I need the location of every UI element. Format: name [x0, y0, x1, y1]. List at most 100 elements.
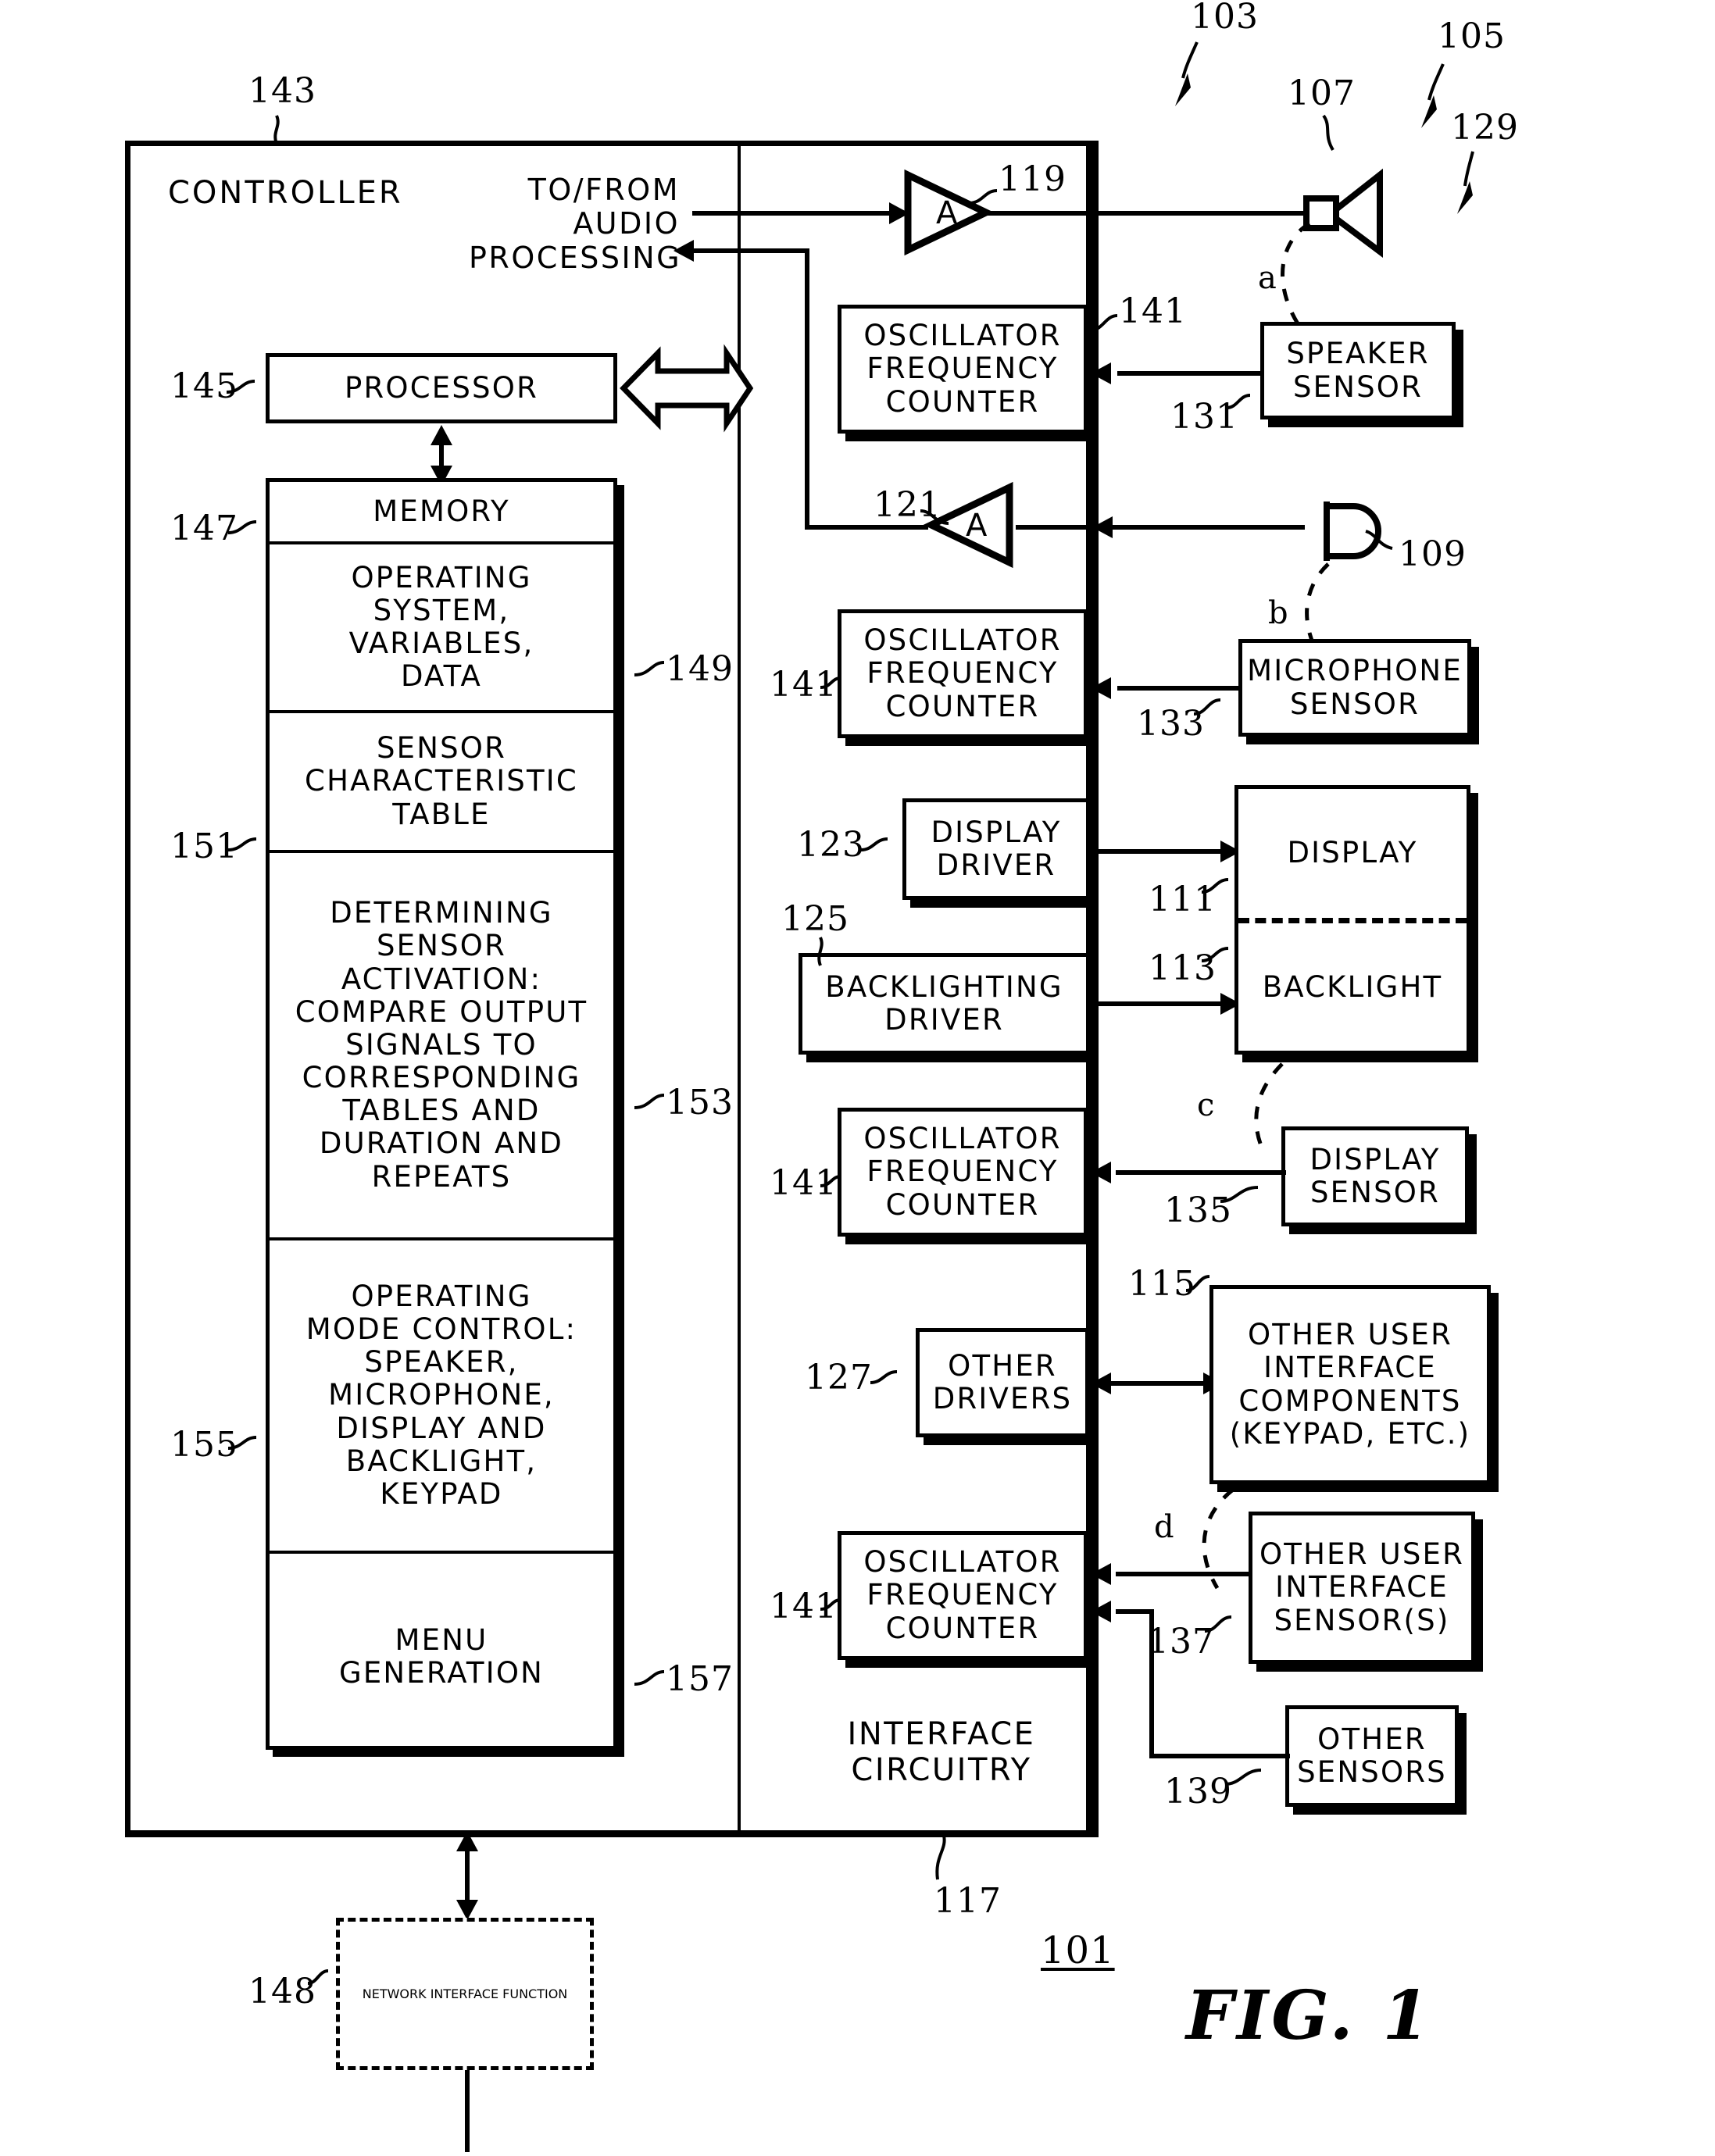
memory-section-sensor-table-label: SENSOR CHARACTERISTIC TABLE: [305, 731, 578, 831]
mic-to-amp-arrow: [1092, 516, 1113, 538]
other-sensors-arrow: [1091, 1601, 1111, 1622]
speaker-sensor-label: SPEAKER SENSOR: [1286, 337, 1430, 404]
osc-counter-4-label: OSCILLATOR FREQUENCY COUNTER: [863, 1545, 1062, 1645]
other-drivers-bidir-wire: [1109, 1381, 1211, 1386]
ref-157: 157: [666, 1659, 734, 1699]
osc-counter-1-label: OSCILLATOR FREQUENCY COUNTER: [863, 319, 1062, 419]
amp-119-input-wire: [692, 211, 903, 216]
display-sensor-block[interactable]: DISPLAY SENSOR: [1281, 1126, 1469, 1226]
amp-119-output-wire: [983, 211, 1311, 216]
ref-143: 143: [248, 71, 316, 111]
display-block[interactable]: DISPLAY: [1238, 789, 1467, 918]
ref-135-leader: [1220, 1186, 1259, 1203]
memory-section-os-variables-data[interactable]: OPERATING SYSTEM, VARIABLES, DATA: [270, 544, 613, 713]
ref-153: 153: [666, 1083, 734, 1123]
memory-header: MEMORY: [270, 482, 613, 544]
ref-139: 139: [1164, 1772, 1232, 1812]
ref-117: 117: [934, 1881, 1002, 1921]
ref-103: 103: [1191, 0, 1259, 37]
display-driver-label: DISPLAY DRIVER: [931, 815, 1062, 882]
ref-127-leader: [870, 1370, 898, 1384]
oscillator-frequency-counter-microphone[interactable]: OSCILLATOR FREQUENCY COUNTER: [838, 609, 1088, 738]
memory-block[interactable]: MEMORY OPERATING SYSTEM, VARIABLES, DATA…: [266, 478, 617, 1750]
ref-147-leader: [227, 520, 257, 534]
network-interface-function-block[interactable]: NETWORK INTERFACE FUNCTION: [336, 1918, 594, 2070]
display-sensor-label: DISPLAY SENSOR: [1309, 1142, 1441, 1209]
ref-109: 109: [1399, 534, 1467, 574]
ref-113-leader: [1201, 947, 1229, 962]
memory-section-os-label: OPERATING SYSTEM, VARIABLES, DATA: [348, 560, 534, 694]
ref-149-leader: [634, 661, 665, 676]
network-interface-label: NETWORK INTERFACE FUNCTION: [362, 1986, 568, 2001]
coupling-a-label: a: [1258, 260, 1277, 296]
ref-141-a-leader: [1087, 314, 1118, 333]
ref-141-b-leader: [820, 676, 841, 689]
oscillator-frequency-counter-display[interactable]: OSCILLATOR FREQUENCY COUNTER: [838, 1108, 1088, 1237]
coupling-c-label: c: [1197, 1087, 1216, 1123]
ref-145-leader: [226, 380, 255, 394]
microphone-sensor-block[interactable]: MICROPHONE SENSOR: [1238, 639, 1471, 737]
memory-section-operating-mode-control[interactable]: OPERATING MODE CONTROL: SPEAKER, MICROPH…: [270, 1240, 613, 1554]
memory-section-menu-generation[interactable]: MENU GENERATION: [270, 1554, 613, 1760]
backlight-block[interactable]: BACKLIGHT: [1238, 923, 1467, 1052]
other-ui-sensors-label: OTHER USER INTERFACE SENSOR(S): [1259, 1537, 1465, 1637]
ref-125-leader: [817, 937, 824, 966]
ref-141-c-leader: [820, 1175, 841, 1187]
other-drivers-label: OTHER DRIVERS: [932, 1348, 1073, 1415]
ref-137-leader: [1204, 1615, 1232, 1633]
coupling-d-label: d: [1154, 1509, 1175, 1545]
ref-107: 107: [1288, 73, 1356, 113]
oscillator-frequency-counter-other-ui[interactable]: OSCILLATOR FREQUENCY COUNTER: [838, 1531, 1088, 1660]
processor-label: PROCESSOR: [345, 370, 538, 405]
other-ui-sensor-arrow: [1091, 1563, 1111, 1585]
memory-section-activation-label: DETERMINING SENSOR ACTIVATION: COMPARE O…: [295, 896, 588, 1194]
ref-155-leader: [227, 1436, 257, 1450]
audio-return-wire-vertical: [805, 248, 809, 530]
ref-131-leader: [1226, 394, 1251, 409]
ref-119: 119: [999, 159, 1067, 199]
other-user-interface-sensors-block[interactable]: OTHER USER INTERFACE SENSOR(S): [1249, 1512, 1475, 1664]
speaker-sensor-arrow: [1091, 362, 1111, 384]
oscillator-frequency-counter-speaker[interactable]: OSCILLATOR FREQUENCY COUNTER: [838, 305, 1088, 434]
speaker-sensor-block[interactable]: SPEAKER SENSOR: [1260, 322, 1456, 419]
ref-103-arrow: [1175, 41, 1199, 106]
ref-105: 105: [1438, 16, 1506, 56]
other-drivers-block[interactable]: OTHER DRIVERS: [916, 1328, 1089, 1437]
mic-to-amp-wire: [1016, 525, 1305, 530]
ref-123-leader: [860, 837, 888, 851]
other-sensors-wire-vertical: [1149, 1609, 1154, 1758]
ref-123: 123: [797, 825, 865, 865]
display-backlight-divider: [1238, 918, 1467, 923]
interface-circuitry-title: INTERFACE CIRCUITRY: [847, 1716, 1036, 1788]
memory-section-menu-label: MENU GENERATION: [338, 1622, 545, 1690]
other-user-interface-components-block[interactable]: OTHER USER INTERFACE COMPONENTS (KEYPAD,…: [1209, 1285, 1491, 1484]
display-backlight-assembly[interactable]: DISPLAY BACKLIGHT: [1234, 785, 1470, 1055]
speaker-sensor-wire: [1117, 371, 1262, 376]
microphone-sensor-arrow: [1091, 677, 1111, 699]
ref-107-leader: [1322, 114, 1334, 152]
other-sensors-wire-to-bus: [1116, 1609, 1154, 1614]
display-label: DISPLAY: [1287, 836, 1418, 870]
backlighting-driver-to-backlight-wire: [1094, 1001, 1234, 1006]
other-sensors-block[interactable]: OTHER SENSORS: [1285, 1705, 1459, 1807]
device-outline-left: [125, 141, 130, 1836]
ref-141-a: 141: [1119, 291, 1187, 331]
ref-117-leader: [935, 1835, 946, 1880]
memory-section-sensor-characteristic-table[interactable]: SENSOR CHARACTERISTIC TABLE: [270, 713, 613, 853]
ref-125: 125: [781, 899, 849, 939]
ref-153-leader: [634, 1094, 665, 1109]
osc-counter-2-label: OSCILLATOR FREQUENCY COUNTER: [863, 623, 1062, 723]
ref-127: 127: [805, 1358, 873, 1397]
ref-111-leader: [1201, 878, 1229, 894]
ref-119-leader: [968, 189, 998, 205]
memory-section-determining-sensor-activation[interactable]: DETERMINING SENSOR ACTIVATION: COMPARE O…: [270, 853, 613, 1240]
display-driver-block[interactable]: DISPLAY DRIVER: [902, 798, 1090, 900]
ref-129-arrow: [1457, 151, 1474, 214]
other-sensors-wire-horizontal: [1149, 1754, 1290, 1758]
ref-157-leader: [634, 1670, 665, 1686]
ref-148-leader: [307, 1969, 329, 1985]
microphone-sensor-wire: [1117, 686, 1241, 691]
memory-title: MEMORY: [373, 494, 510, 528]
processor-block[interactable]: PROCESSOR: [266, 353, 617, 423]
other-ui-sensor-wire: [1116, 1572, 1252, 1576]
